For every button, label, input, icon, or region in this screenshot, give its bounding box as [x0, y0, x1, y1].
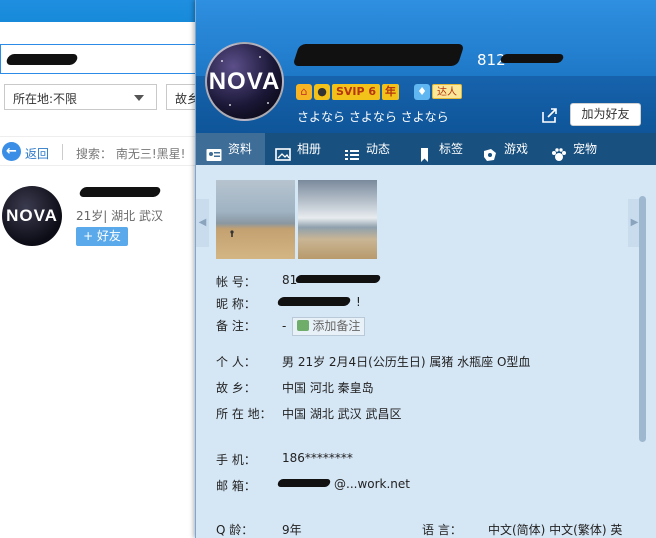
bookmark-icon [417, 142, 433, 162]
phone-value: 186******** [282, 451, 353, 465]
add-remark-label: 添加备注 [312, 319, 361, 333]
search-input[interactable] [0, 44, 196, 74]
results-nav-bar: ← 返回 搜索： 南无三!黑星! [0, 136, 198, 166]
qage-value: 9年 [282, 523, 302, 537]
divider [62, 144, 63, 160]
screen: 所在地:不限 故乡 ← 返回 搜索： 南无三!黑星! NOVA 21岁| 湖北 … [0, 0, 656, 538]
location-filter-value: 所在地:不限 [13, 92, 78, 106]
info-row-hometown: 故 乡： 中国 河北 秦皇岛 [216, 379, 374, 396]
back-arrow-icon[interactable]: ← [2, 142, 21, 161]
language-value: 中文(简体) 中文(繁体) 英 [488, 523, 623, 537]
penguin-vip-icon[interactable]: ● [314, 84, 330, 100]
album-photo-seaside[interactable] [298, 180, 377, 259]
profile-header: NOVA 812 ⌂ ● SVIP 6 年 ♦ 达人 さよなら さよなら さよな… [196, 0, 656, 133]
nickname-value: ! [356, 295, 361, 309]
redacted-text [5, 54, 79, 65]
redacted-email [276, 479, 332, 487]
tab-label: 游戏 [504, 142, 529, 156]
nickname-label: 昵 称： [216, 297, 256, 311]
photos-prev-arrow[interactable]: ◀ [196, 199, 209, 247]
result-age-location: 21岁| 湖北 武汉 [76, 209, 163, 223]
album-icon [275, 142, 291, 161]
info-row-phone: 手 机： 186******** [216, 451, 353, 468]
tab-label: 资料 [228, 142, 253, 156]
phone-label: 手 机： [216, 453, 256, 467]
svip-badge[interactable]: SVIP 6 [332, 84, 381, 100]
email-label: 邮 箱： [216, 479, 256, 493]
search-breadcrumb: 搜索： 南无三!黑星! [76, 147, 186, 161]
window-title-bar [0, 0, 198, 22]
avatar-logo-text: NOVA [208, 68, 281, 95]
redacted-account [294, 275, 382, 283]
vertical-scrollbar[interactable] [639, 196, 646, 442]
profile-info-panel: ◀ ▶ 帐 号： 81 昵 称： ! 备 注： - 添加备注 个 人： 男 21… [196, 165, 656, 538]
info-row-email: 邮 箱： @...work.net [216, 477, 410, 494]
hometown-label: 故 乡： [216, 381, 256, 395]
search-results-window: 所在地:不限 故乡 ← 返回 搜索： 南无三!黑星! NOVA 21岁| 湖北 … [0, 0, 206, 538]
redacted-account [499, 54, 565, 63]
feed-list-icon [344, 142, 360, 160]
tab-label: 动态 [366, 142, 391, 156]
location-label: 所 在 地： [216, 407, 272, 421]
album-photo-beach[interactable] [216, 180, 295, 259]
qzone-house-icon[interactable]: ⌂ [296, 84, 312, 100]
back-link[interactable]: 返回 [25, 145, 49, 162]
profile-tabs: 资料 相册 动态 标签 游戏 宠物 [196, 133, 656, 165]
personal-value: 男 21岁 2月4日(公历生日) 属猪 水瓶座 O型血 [282, 355, 531, 369]
language-label: 语 言： [422, 523, 462, 537]
info-row-personal: 个 人： 男 21岁 2月4日(公历生日) 属猪 水瓶座 O型血 [216, 353, 530, 370]
account-label: 帐 号： [216, 275, 256, 289]
email-value: @...work.net [334, 477, 410, 491]
personal-label: 个 人： [216, 355, 256, 369]
avatar-logo-text: NOVA [6, 206, 58, 225]
info-row-qage: Q 龄： 9年 [216, 521, 302, 538]
hometown-value: 中国 河北 秦皇岛 [282, 381, 374, 395]
remark-dash: - [282, 319, 287, 333]
pet-paw-icon [551, 142, 567, 161]
result-avatar[interactable]: NOVA [2, 186, 62, 246]
tab-games[interactable]: 游戏 [482, 133, 542, 165]
location-filter-select[interactable]: 所在地:不限 [4, 84, 157, 110]
redacted-nickname [276, 297, 352, 306]
tab-tags[interactable]: 标签 [417, 133, 477, 165]
info-row-nickname: 昵 称： ! [216, 295, 361, 312]
remark-label: 备 注： [216, 319, 256, 333]
add-as-friend-button[interactable]: 加为好友 [570, 103, 641, 126]
tab-profile[interactable]: 资料 [196, 133, 265, 165]
chevron-down-icon [134, 95, 144, 101]
share-icon[interactable] [541, 106, 559, 124]
redacted-nickname [78, 187, 162, 197]
location-value: 中国 湖北 武汉 武昌区 [282, 407, 402, 421]
edit-note-icon [297, 320, 310, 331]
tab-label: 标签 [439, 142, 464, 156]
profile-avatar[interactable]: NOVA [205, 42, 284, 121]
qage-label: Q 龄： [216, 523, 254, 537]
tab-label: 相册 [297, 142, 322, 156]
add-remark-button[interactable]: 添加备注 [292, 317, 366, 336]
remark-value: - 添加备注 [282, 317, 366, 336]
talent-badge[interactable]: 达人 [432, 84, 462, 99]
redacted-nickname [292, 44, 465, 66]
profile-card-window: NOVA 812 ⌂ ● SVIP 6 年 ♦ 达人 さよなら さよなら さよな… [195, 0, 656, 538]
profile-card-icon [206, 142, 222, 161]
info-row-account: 帐 号： 81 [216, 273, 382, 290]
vip-year-badge[interactable]: 年 [382, 84, 399, 100]
tab-label: 宠物 [573, 142, 598, 156]
info-row-language: 语 言： 中文(简体) 中文(繁体) 英 [422, 521, 622, 538]
tab-feed[interactable]: 动态 [344, 133, 404, 165]
add-friend-button[interactable]: + 好友 [76, 227, 128, 246]
game-icon [482, 142, 498, 161]
tab-album[interactable]: 相册 [275, 133, 335, 165]
tab-pets[interactable]: 宠物 [551, 133, 611, 165]
info-row-location: 所 在 地： 中国 湖北 武汉 武昌区 [216, 405, 401, 422]
info-row-remark: 备 注： - 添加备注 [216, 317, 366, 336]
talent-icon[interactable]: ♦ [414, 84, 430, 100]
personal-signature: さよなら さよなら さよなら [297, 110, 449, 124]
